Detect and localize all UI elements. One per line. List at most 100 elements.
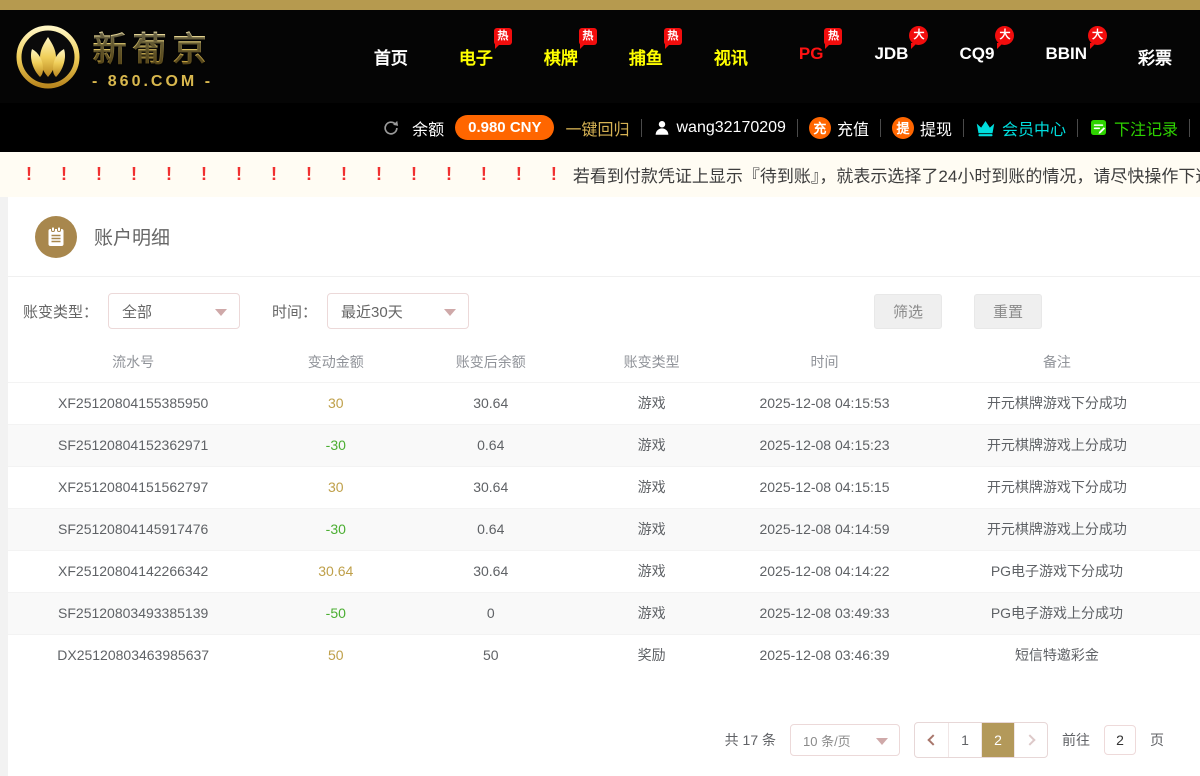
header-amount: 变动金额 (258, 342, 413, 382)
divider (641, 119, 642, 137)
ledger-icon (35, 216, 77, 258)
cell-remark: PG电子游戏下分成功 (914, 550, 1200, 592)
cell-remark: 短信特邀彩金 (914, 634, 1200, 676)
header-balance: 账变后余额 (413, 342, 568, 382)
deposit-button[interactable]: 充 充值 (809, 116, 869, 140)
table-row: SF25120803493385139 -50 0 游戏 2025-12-08 … (8, 592, 1200, 634)
cell-serial: SF25120804152362971 (8, 424, 258, 466)
divider (797, 119, 798, 137)
cell-serial: DX25120803463985637 (8, 634, 258, 676)
cell-balance: 30.64 (413, 382, 568, 424)
cell-type: 游戏 (568, 382, 735, 424)
chevron-down-icon (215, 309, 227, 322)
withdraw-button[interactable]: 提 提现 (892, 116, 952, 140)
type-filter-select[interactable]: 全部 (108, 293, 240, 329)
hot-badge: 热 (664, 28, 682, 45)
cell-type: 游戏 (568, 424, 735, 466)
hot-badge: 热 (494, 28, 512, 45)
cell-serial: SF25120803493385139 (8, 592, 258, 634)
logo-emblem-icon (16, 25, 80, 89)
withdraw-icon: 提 (892, 117, 914, 139)
hot-badge: 热 (824, 28, 842, 45)
filter-bar: 账变类型： 全部 时间： 最近30天 筛选 重置 (8, 293, 1200, 329)
goto-page-input[interactable] (1104, 725, 1136, 755)
user-icon (653, 119, 671, 137)
table-header-row: 流水号 变动金额 账变后余额 账变类型 时间 备注 (8, 342, 1200, 382)
menu-item-fishing[interactable]: 捕鱼热 (629, 44, 663, 69)
cell-remark: PG电子游戏上分成功 (914, 592, 1200, 634)
member-center-link[interactable]: 会员中心 (975, 116, 1066, 140)
chevron-down-icon (876, 738, 888, 751)
cell-time: 2025-12-08 04:15:53 (735, 382, 914, 424)
balance-label: 余额 (412, 116, 444, 140)
cell-balance: 0.64 (413, 424, 568, 466)
time-filter-select[interactable]: 最近30天 (327, 293, 469, 329)
cell-balance: 0.64 (413, 508, 568, 550)
cell-amount: -50 (258, 592, 413, 634)
cell-time: 2025-12-08 03:46:39 (735, 634, 914, 676)
page-title: 账户明细 (94, 223, 170, 250)
cell-amount: -30 (258, 424, 413, 466)
cell-amount: 50 (258, 634, 413, 676)
time-filter-label: 时间： (272, 301, 317, 322)
username: wang32170209 (677, 119, 786, 137)
filter-button[interactable]: 筛选 (874, 294, 942, 329)
cell-amount: 30.64 (258, 550, 413, 592)
cell-remark: 开元棋牌游戏上分成功 (914, 424, 1200, 466)
goto-suffix: 页 (1150, 730, 1164, 750)
menu-item-slots[interactable]: 电子热 (459, 44, 493, 69)
pagination: 共 17 条 10 条/页 1 2 前往 页 (8, 722, 1200, 758)
chevron-left-icon (927, 734, 938, 745)
account-detail-table: 流水号 变动金额 账变后余额 账变类型 时间 备注 XF251208041553… (8, 342, 1200, 676)
cell-type: 游戏 (568, 550, 735, 592)
site-logo[interactable]: 新葡京 - 860.COM - (16, 22, 213, 91)
type-filter-label: 账变类型： (23, 301, 98, 322)
page-button-1[interactable]: 1 (948, 723, 981, 757)
menu-item-home[interactable]: 首页 (374, 44, 408, 69)
header-time: 时间 (735, 342, 914, 382)
menu-item-lottery[interactable]: 彩票 (1138, 44, 1172, 69)
refresh-icon[interactable] (381, 118, 401, 138)
menu-item-cq9[interactable]: CQ9大 (959, 44, 994, 69)
goto-label: 前往 (1062, 730, 1090, 750)
notice-exclamations: ! ! ! ! ! ! ! ! ! ! ! ! ! ! ! ! (26, 164, 569, 185)
cell-balance: 0 (413, 592, 568, 634)
table-row: XF25120804155385950 30 30.64 游戏 2025-12-… (8, 382, 1200, 424)
prev-page-button[interactable] (915, 723, 948, 757)
page-size-select[interactable]: 10 条/页 (790, 724, 900, 756)
menu-item-cards[interactable]: 棋牌热 (544, 44, 578, 69)
cell-type: 奖励 (568, 634, 735, 676)
one-key-return-link[interactable]: 一键回归 (565, 116, 629, 140)
big-badge: 大 (1088, 26, 1107, 45)
balance-value[interactable]: 0.980 CNY (455, 115, 554, 140)
hot-badge: 热 (579, 28, 597, 45)
menu-item-bbin[interactable]: BBIN大 (1045, 44, 1087, 69)
menu-item-jdb[interactable]: JDB大 (874, 44, 908, 69)
cell-time: 2025-12-08 04:15:15 (735, 466, 914, 508)
browser-top-strip (0, 0, 1200, 10)
pager: 1 2 (914, 722, 1048, 758)
big-badge: 大 (909, 26, 928, 45)
cell-time: 2025-12-08 04:14:59 (735, 508, 914, 550)
cell-amount: 30 (258, 382, 413, 424)
divider (1077, 119, 1078, 137)
cell-balance: 30.64 (413, 550, 568, 592)
logo-domain: - 860.COM - (92, 73, 213, 91)
divider (880, 119, 881, 137)
page-button-2-active[interactable]: 2 (981, 723, 1014, 757)
main-navbar: 新葡京 - 860.COM - 首页 电子热 棋牌热 捕鱼热 视讯 PG热 JD… (0, 10, 1200, 103)
divider (1189, 119, 1190, 137)
bet-records-link[interactable]: 下注记录 (1089, 116, 1178, 140)
user-account[interactable]: wang32170209 (653, 119, 786, 137)
big-badge: 大 (995, 26, 1014, 45)
chevron-down-icon (444, 309, 456, 322)
next-page-button[interactable] (1014, 723, 1047, 757)
reset-button[interactable]: 重置 (974, 294, 1042, 329)
cell-serial: XF25120804155385950 (8, 382, 258, 424)
header-remark: 备注 (914, 342, 1200, 382)
table-row: XF25120804151562797 30 30.64 游戏 2025-12-… (8, 466, 1200, 508)
menu-item-live[interactable]: 视讯 (714, 44, 748, 69)
notice-text: 若看到付款凭证上显示『待到账』，就表示选择了24小时到账的情况，请尽快操作下述步… (573, 162, 1200, 187)
table-row: DX25120803463985637 50 50 奖励 2025-12-08 … (8, 634, 1200, 676)
menu-item-pg[interactable]: PG热 (799, 44, 824, 69)
